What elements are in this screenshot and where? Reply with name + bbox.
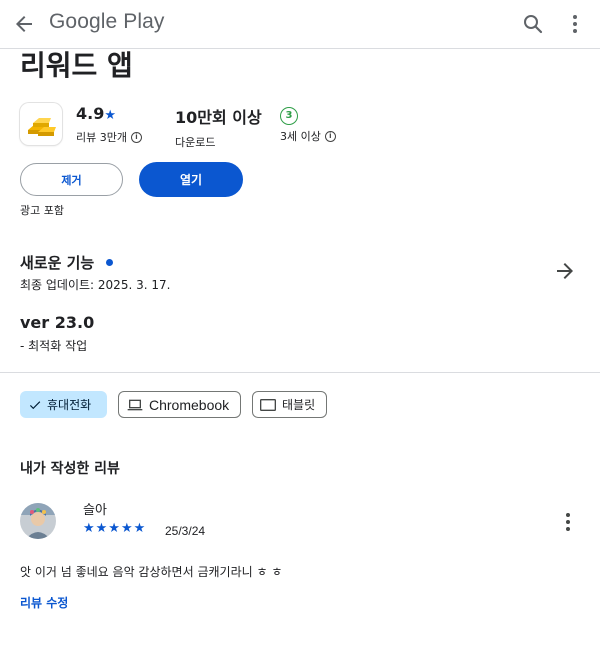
more-vert-icon[interactable]	[556, 510, 580, 534]
info-icon[interactable]: i	[130, 131, 142, 143]
chip-phone-label: 휴대전화	[47, 398, 92, 412]
review-count-label: 리뷰 3만개	[76, 131, 127, 144]
rating-value: 4.9★	[76, 104, 142, 123]
age-stat: 3 3세 이상 i	[280, 103, 336, 144]
app-title: 리워드 앱	[20, 49, 133, 82]
chip-chromebook-label: Chromebook	[149, 396, 230, 413]
more-vert-icon[interactable]	[563, 12, 587, 36]
info-icon[interactable]: i	[324, 130, 336, 142]
my-review-heading: 내가 작성한 리뷰	[20, 461, 120, 477]
review-text: 앗 이거 넘 좋네요 음악 감상하면서 금캐기라니 ㅎ ㅎ	[20, 565, 283, 579]
arrow-forward-icon[interactable]	[553, 259, 577, 283]
new-indicator-dot	[106, 259, 114, 266]
rating-stat: 4.9★ 리뷰 3만개 i	[76, 104, 142, 145]
whats-new-title: 새로운 기능	[20, 254, 95, 272]
edit-review-link[interactable]: 리뷰 수정	[20, 594, 68, 611]
review-count: 리뷰 3만개 i	[76, 129, 142, 145]
age-rating-icon: 3	[280, 107, 298, 125]
last-updated: 최종 업데이트: 2025. 3. 17.	[20, 278, 171, 292]
chip-tablet-label: 태블릿	[282, 398, 316, 412]
avatar	[20, 503, 56, 539]
contains-ads-label: 광고 포함	[20, 204, 64, 217]
age-label-text: 3세 이상	[280, 130, 321, 143]
divider	[0, 372, 600, 373]
google-play-title: Google Play	[49, 10, 165, 33]
arrow-back-icon[interactable]	[12, 12, 36, 36]
review-date: 25/3/24	[165, 524, 206, 538]
laptop-icon	[127, 399, 143, 410]
check-icon	[29, 400, 41, 409]
tablet-icon	[260, 398, 276, 411]
chip-phone[interactable]: 휴대전화	[20, 391, 107, 418]
star-icon: ★	[104, 108, 116, 123]
rating-number: 4.9	[76, 104, 105, 123]
open-button[interactable]: 열기	[139, 162, 243, 197]
chip-tablet[interactable]: 태블릿	[252, 391, 327, 418]
whats-new-heading[interactable]: 새로운 기능	[20, 252, 114, 273]
review-stars: ★★★★★	[83, 521, 147, 536]
downloads-label: 다운로드	[175, 136, 216, 149]
downloads-stat: 10만회 이상 다운로드	[175, 104, 262, 150]
chip-chromebook[interactable]: Chromebook	[118, 391, 241, 418]
version-note: - 최적화 작업	[20, 339, 88, 353]
reviewer-name: 슬아	[83, 503, 107, 518]
downloads-value: 10만회 이상	[175, 108, 262, 127]
gold-bars-icon	[20, 103, 62, 145]
age-label: 3세 이상 i	[280, 128, 336, 144]
version-label: ver 23.0	[20, 313, 95, 332]
remove-button[interactable]: 제거	[20, 163, 123, 196]
top-app-bar: Google Play	[0, 0, 600, 49]
search-icon[interactable]	[521, 12, 545, 36]
